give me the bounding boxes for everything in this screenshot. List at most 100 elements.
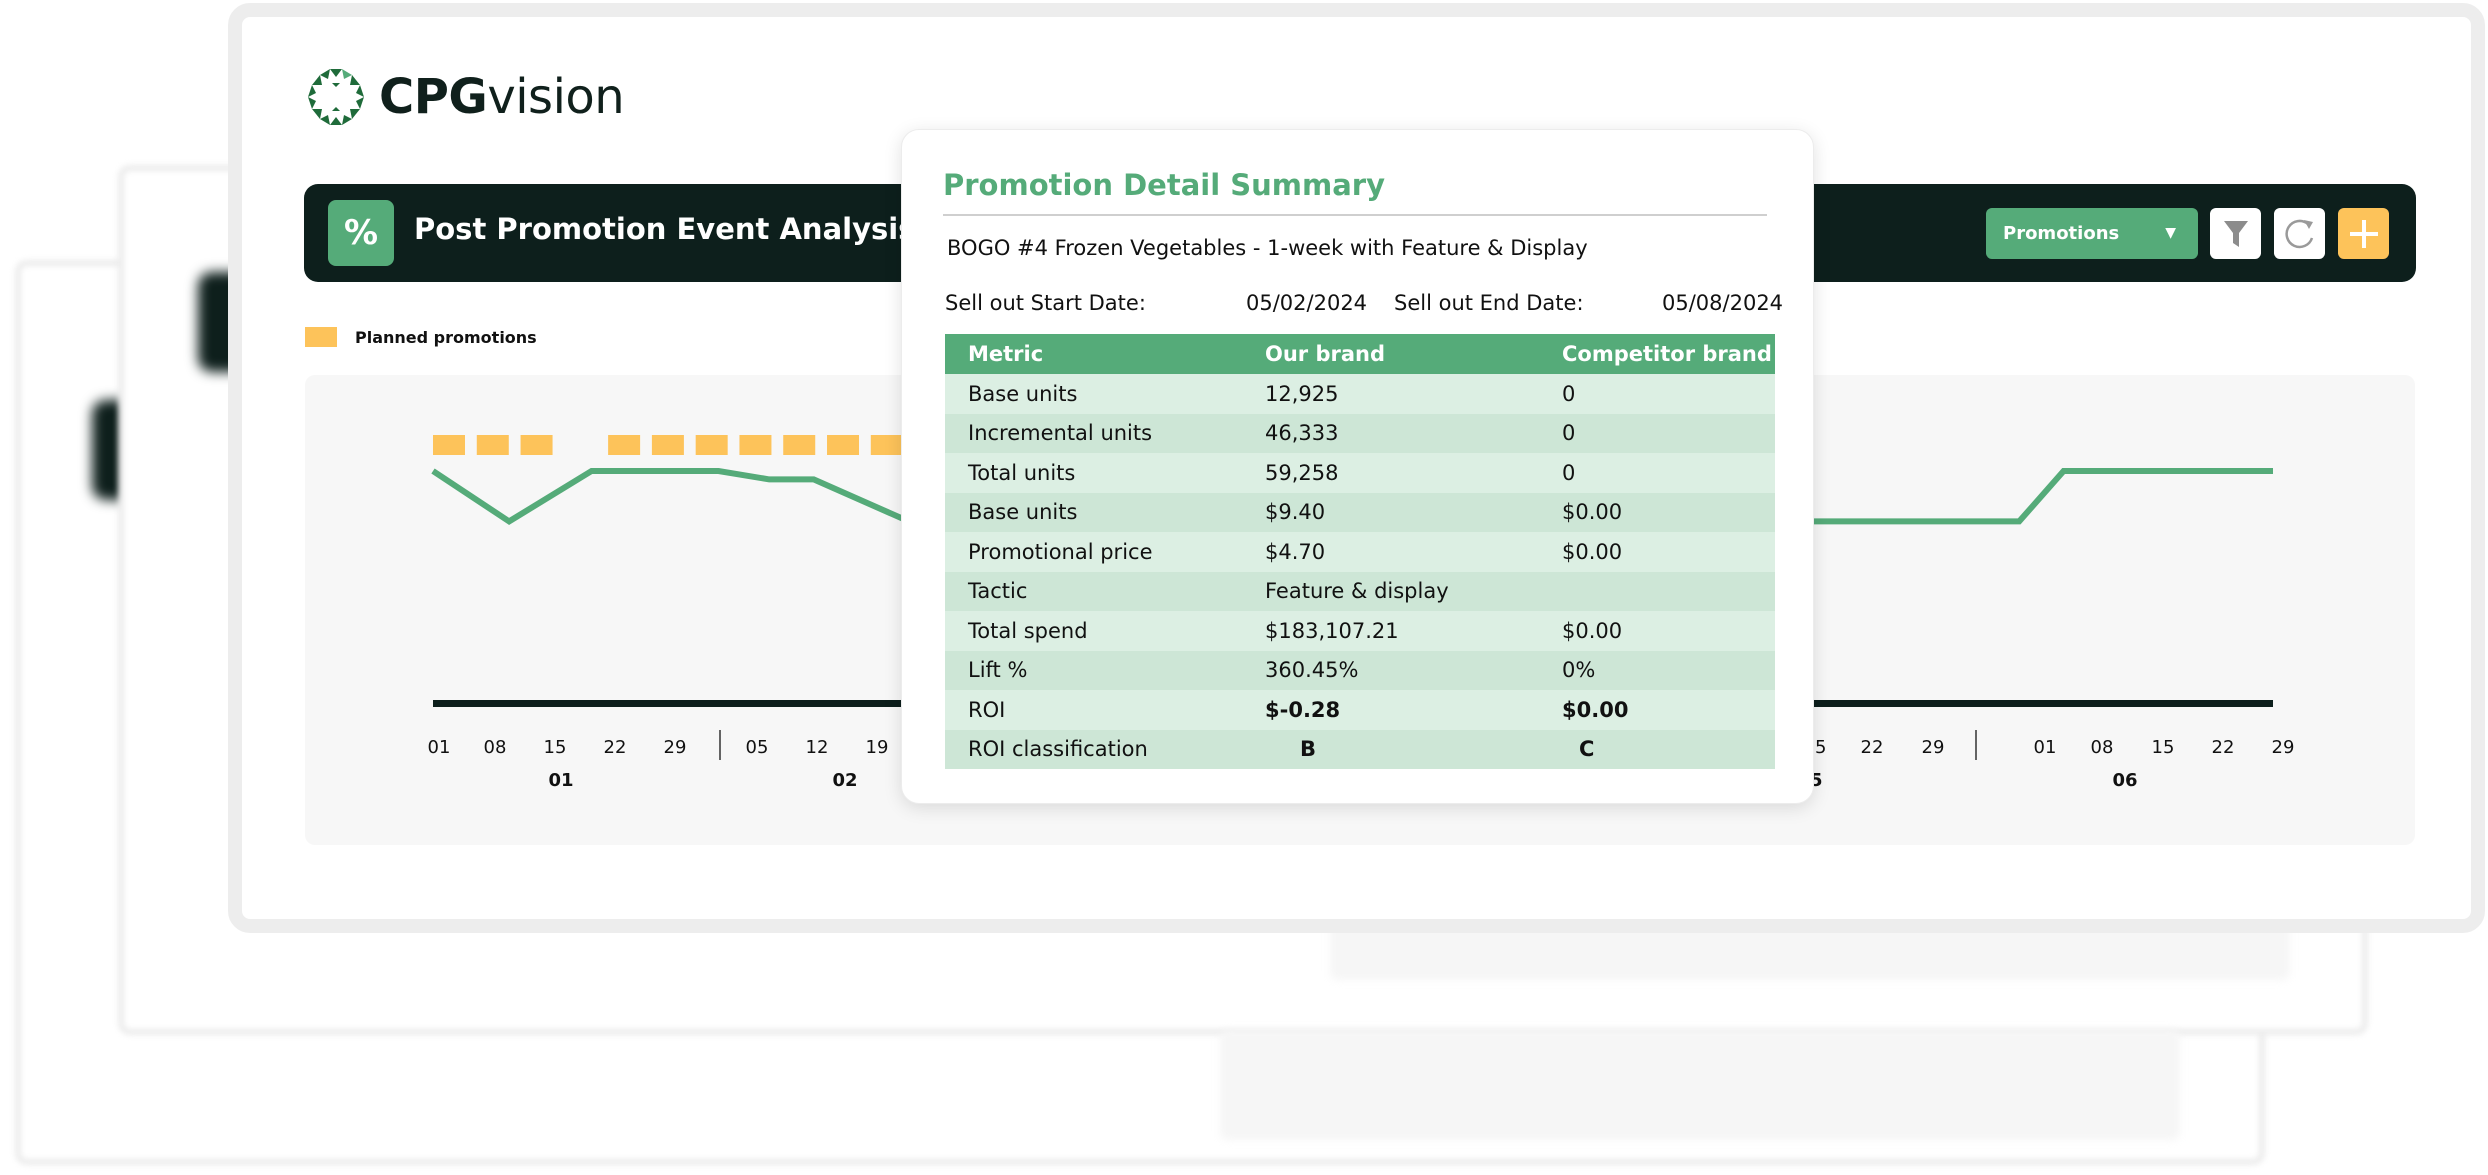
table-row: ROI $-0.28 $0.00 [945, 690, 1775, 730]
refresh-icon [2284, 219, 2313, 248]
our-brand-cell: 12,925 [1242, 374, 1539, 414]
planned-promotion-marker [608, 435, 641, 455]
refresh-button[interactable] [2274, 208, 2325, 259]
x-tick-label: 22 [1861, 737, 1884, 758]
our-brand-cell: B [1242, 729, 1539, 769]
x-tick-label: 29 [1922, 737, 1945, 758]
promotion-detail-popup: Promotion Detail Summary BOGO #4 Frozen … [901, 129, 1814, 804]
page-title: Post Promotion Event Analysis [414, 212, 916, 246]
competitor-brand-cell: 0 [1539, 413, 1775, 453]
filter-button[interactable] [2210, 208, 2261, 259]
table-row: Base units 12,925 0 [945, 374, 1775, 414]
planned-promotion-marker [433, 435, 465, 455]
promotions-dropdown[interactable]: Promotions ▼ [1986, 208, 2198, 259]
x-month-label: 06 [2112, 770, 2137, 791]
competitor-brand-cell: 0 [1539, 374, 1775, 414]
popup-title: Promotion Detail Summary [943, 168, 1385, 202]
x-tick-label: 15 [2152, 737, 2175, 758]
metric-cell: ROI classification [945, 729, 1242, 769]
end-date-label: Sell out End Date: [1394, 291, 1584, 315]
competitor-brand-cell: $0.00 [1539, 611, 1775, 651]
metric-cell: Total spend [945, 611, 1242, 651]
competitor-brand-cell: $0.00 [1539, 532, 1775, 572]
x-tick-label: 08 [2091, 737, 2114, 758]
competitor-brand-cell: 0% [1539, 650, 1775, 690]
our-brand-cell: Feature & display [1242, 571, 1539, 611]
column-header-our-brand: Our brand [1242, 334, 1539, 374]
chevron-down-icon: ▼ [2165, 225, 2176, 241]
competitor-brand-cell: C [1539, 729, 1775, 769]
metric-cell: Incremental units [945, 413, 1242, 453]
table-header-row: Metric Our brand Competitor brand [945, 334, 1775, 374]
x-month-label: 01 [548, 770, 573, 791]
start-date-label: Sell out Start Date: [945, 291, 1146, 315]
x-tick-label: 19 [866, 737, 889, 758]
metric-cell: Tactic [945, 571, 1242, 611]
brand-logo: CPGvision [305, 66, 625, 128]
metric-cell: ROI [945, 690, 1242, 730]
metric-cell: Lift % [945, 650, 1242, 690]
legend-swatch-planned-promotions [305, 327, 337, 347]
x-tick-label: 22 [2212, 737, 2235, 758]
start-date-value: 05/02/2024 [1246, 291, 1368, 315]
planned-promotion-marker [827, 435, 860, 455]
column-header-competitor-brand: Competitor brand [1539, 334, 1775, 374]
column-header-metric: Metric [945, 334, 1242, 374]
add-button[interactable] [2338, 208, 2389, 259]
competitor-brand-cell [1539, 571, 1775, 611]
x-tick-label: 29 [664, 737, 687, 758]
promotions-dropdown-label: Promotions [2003, 223, 2120, 244]
filter-icon [2223, 220, 2248, 247]
competitor-brand-cell: $0.00 [1539, 690, 1775, 730]
legend-label: Planned promotions [355, 327, 537, 347]
planned-promotion-marker [476, 435, 509, 455]
end-date-value: 05/08/2024 [1662, 291, 1784, 315]
table-row: Base units $9.40 $0.00 [945, 492, 1775, 532]
metric-cell: Total units [945, 453, 1242, 493]
x-tick-label: 08 [484, 737, 507, 758]
our-brand-cell: 59,258 [1242, 453, 1539, 493]
competitor-brand-cell: 0 [1539, 453, 1775, 493]
planned-promotion-marker [651, 435, 684, 455]
x-tick-label: 05 [746, 737, 769, 758]
table-row: Total spend $183,107.21 $0.00 [945, 611, 1775, 651]
planned-promotion-marker [870, 435, 903, 455]
x-tick-label: 01 [428, 737, 451, 758]
x-tick-label: 01 [2034, 737, 2057, 758]
table-row: Total units 59,258 0 [945, 453, 1775, 493]
percent-icon: % [328, 200, 394, 266]
x-tick-label: 15 [544, 737, 567, 758]
planned-promotion-marker [520, 435, 553, 455]
x-month-label: 02 [832, 770, 857, 791]
our-brand-cell: $183,107.21 [1242, 611, 1539, 651]
our-brand-cell: 360.45% [1242, 650, 1539, 690]
metric-cell: Base units [945, 374, 1242, 414]
our-brand-cell: $-0.28 [1242, 690, 1539, 730]
metric-cell: Promotional price [945, 532, 1242, 572]
table-row: Promotional price $4.70 $0.00 [945, 532, 1775, 572]
brand-name: CPGvision [379, 69, 625, 125]
x-tick-label: 22 [604, 737, 627, 758]
x-tick-label: 12 [806, 737, 829, 758]
competitor-brand-cell: $0.00 [1539, 492, 1775, 532]
plus-icon [2349, 219, 2378, 248]
planned-promotion-marker [783, 435, 816, 455]
chart-legend: Planned promotions [305, 327, 537, 347]
background-chart-panel [1220, 1030, 2180, 1140]
metrics-table: Metric Our brand Competitor brand Base u… [945, 334, 1775, 769]
our-brand-cell: 46,333 [1242, 413, 1539, 453]
our-brand-cell: $9.40 [1242, 492, 1539, 532]
planned-promotion-marker [739, 435, 772, 455]
planned-promotion-marker [695, 435, 728, 455]
table-row: Tactic Feature & display [945, 571, 1775, 611]
popup-divider [943, 214, 1767, 216]
screenshot-stage: CPGvision % Post Promotion Event Analysi… [0, 0, 2488, 1175]
cpgvision-logo-icon [308, 69, 364, 125]
table-row: Incremental units 46,333 0 [945, 413, 1775, 453]
x-tick-label: 29 [2272, 737, 2295, 758]
table-row: ROI classification B C [945, 729, 1775, 769]
table-row: Lift % 360.45% 0% [945, 650, 1775, 690]
metric-cell: Base units [945, 492, 1242, 532]
promotion-description: BOGO #4 Frozen Vegetables - 1-week with … [947, 236, 1588, 260]
our-brand-cell: $4.70 [1242, 532, 1539, 572]
